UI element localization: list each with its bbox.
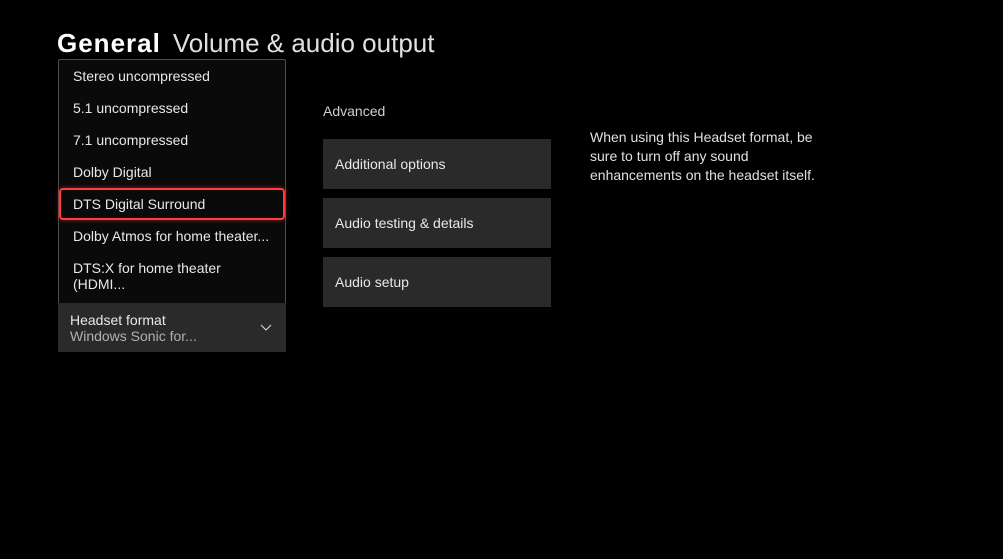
additional-options-button[interactable]: Additional options [323, 139, 551, 189]
headset-format-value: Windows Sonic for... [70, 328, 274, 344]
dropdown-item-7-1-uncompressed[interactable]: 7.1 uncompressed [59, 124, 285, 156]
audio-format-dropdown-list: Stereo uncompressed 5.1 uncompressed 7.1… [58, 59, 286, 333]
dropdown-item-stereo-uncompressed[interactable]: Stereo uncompressed [59, 60, 285, 92]
page-title: Volume & audio output [173, 28, 435, 59]
dropdown-item-dts-digital-surround[interactable]: DTS Digital Surround [59, 188, 285, 220]
headset-format-select[interactable]: Headset format Windows Sonic for... [58, 303, 286, 352]
advanced-heading: Advanced [323, 103, 551, 119]
dropdown-item-5-1-uncompressed[interactable]: 5.1 uncompressed [59, 92, 285, 124]
dropdown-item-dtsx-home-theater[interactable]: DTS:X for home theater (HDMI... [59, 252, 285, 300]
audio-testing-details-button[interactable]: Audio testing & details [323, 198, 551, 248]
chevron-down-icon [260, 319, 272, 337]
headset-format-label: Headset format [70, 312, 274, 328]
page-header: General Volume & audio output [57, 28, 434, 59]
header-category: General [57, 28, 161, 59]
audio-setup-button[interactable]: Audio setup [323, 257, 551, 307]
dropdown-item-dolby-atmos-home-theater[interactable]: Dolby Atmos for home theater... [59, 220, 285, 252]
headset-format-info-text: When using this Headset format, be sure … [590, 128, 820, 185]
dropdown-item-dolby-digital[interactable]: Dolby Digital [59, 156, 285, 188]
advanced-section: Advanced Additional options Audio testin… [323, 103, 551, 316]
